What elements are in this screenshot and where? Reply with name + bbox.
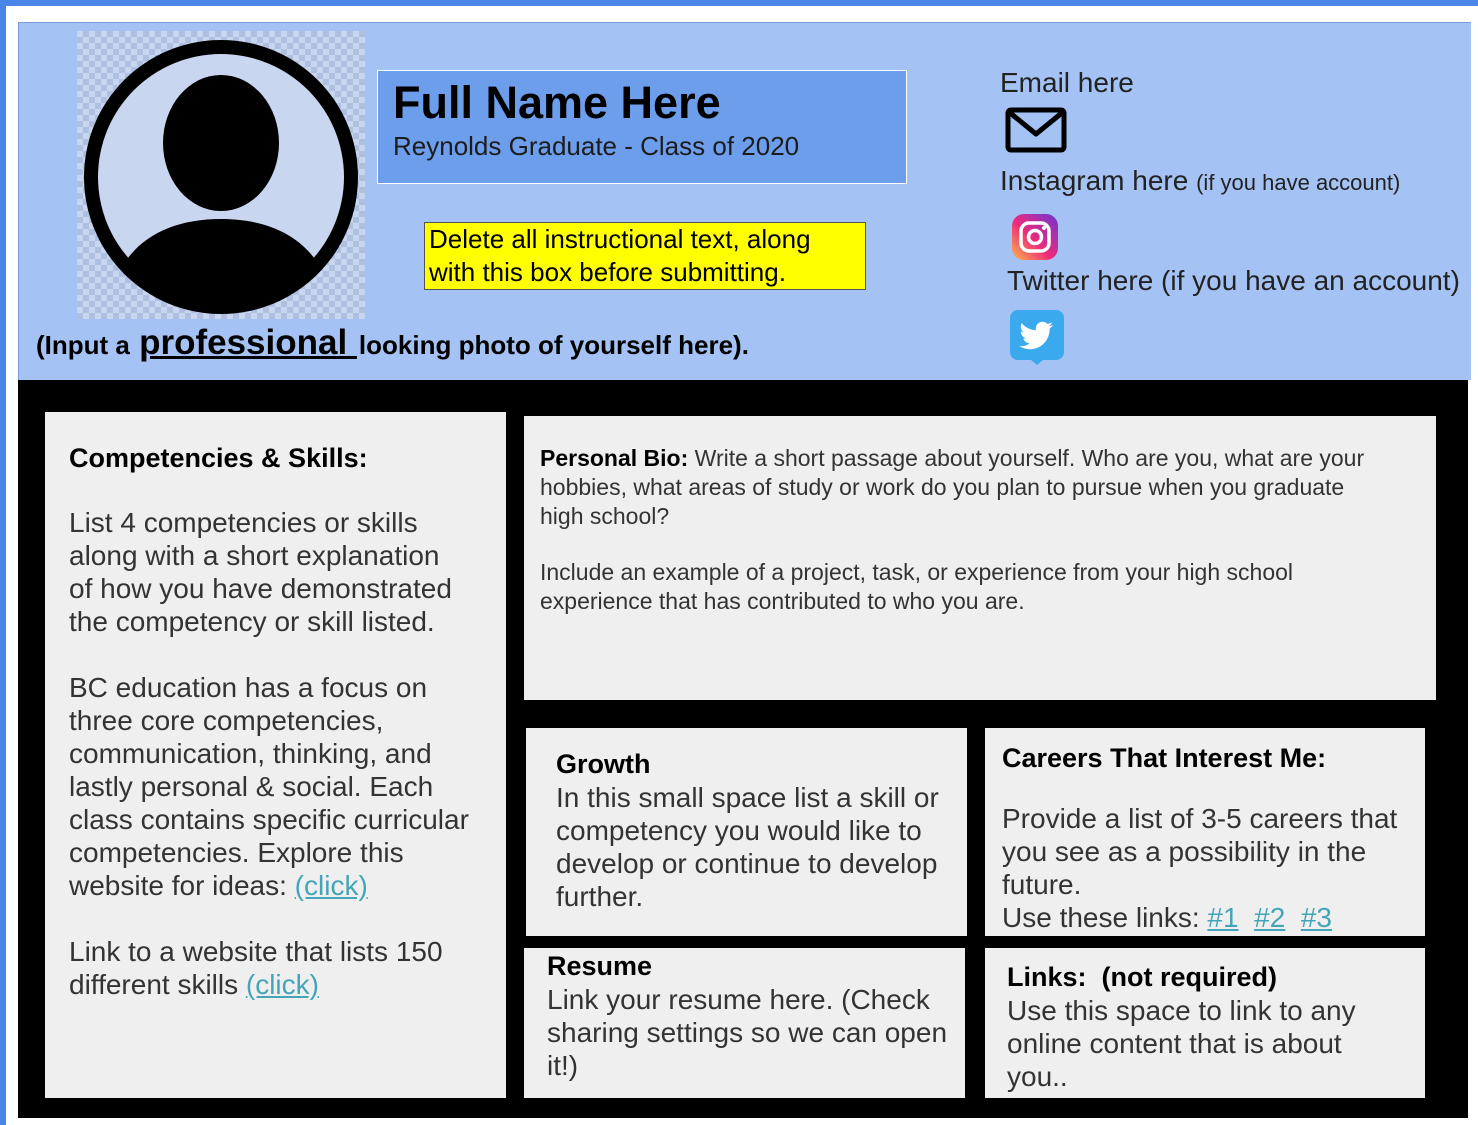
photo-caption-emphasis: professional — [139, 323, 357, 362]
personal-bio-panel: Personal Bio: Write a short passage abou… — [524, 416, 1436, 700]
instagram-label[interactable]: Instagram here (if you have account) — [1000, 165, 1400, 197]
person-silhouette-icon — [84, 40, 358, 314]
email-label[interactable]: Email here — [1000, 67, 1134, 99]
envelope-icon[interactable] — [1005, 107, 1067, 153]
competencies-heading: Competencies & Skills: — [69, 443, 368, 473]
competencies-core-text: BC education has a focus on three core c… — [69, 672, 469, 901]
links-text[interactable]: Use this space to link to any online con… — [1007, 994, 1397, 1093]
skills-list-text: Link to a website that lists 150 differe… — [69, 936, 443, 1000]
profile-photo-placeholder[interactable] — [77, 31, 365, 319]
competencies-panel: Competencies & Skills: List 4 competenci… — [45, 412, 506, 1098]
skills-list-link[interactable]: (click) — [246, 969, 319, 1000]
growth-panel: Growth In this small space list a skill … — [526, 728, 967, 936]
bio-heading: Personal Bio: — [540, 445, 689, 471]
core-competencies-link[interactable]: (click) — [295, 870, 368, 901]
links-panel: Links: (not required) Use this space to … — [985, 948, 1425, 1098]
resume-text[interactable]: Link your resume here. (Check sharing se… — [547, 983, 957, 1082]
career-link-3[interactable]: #3 — [1301, 902, 1332, 933]
graduate-subtitle[interactable]: Reynolds Graduate - Class of 2020 — [393, 131, 799, 162]
careers-links-line: Use these links: #1 #2 #3 — [1002, 902, 1333, 933]
instagram-icon[interactable] — [1011, 213, 1059, 261]
competencies-instructions: List 4 competencies or skills along with… — [69, 507, 452, 637]
header-banner: Full Name Here Reynolds Graduate - Class… — [18, 22, 1471, 380]
career-link-2[interactable]: #2 — [1254, 902, 1285, 933]
resume-heading: Resume — [547, 951, 653, 981]
bio-example-text: Include an example of a project, task, o… — [540, 559, 1294, 614]
name-box: Full Name Here Reynolds Graduate - Class… — [377, 70, 907, 184]
growth-heading: Growth — [556, 749, 651, 779]
growth-text: In this small space list a skill or comp… — [556, 782, 939, 912]
careers-heading: Careers That Interest Me: — [1002, 743, 1327, 773]
full-name[interactable]: Full Name Here — [393, 77, 721, 129]
bio-text: Personal Bio: Write a short passage abou… — [540, 445, 1365, 529]
resume-panel: Resume Link your resume here. (Check sha… — [524, 948, 965, 1098]
career-link-1[interactable]: #1 — [1207, 902, 1238, 933]
twitter-label[interactable]: Twitter here (if you have an account) — [1007, 265, 1460, 297]
careers-text: Provide a list of 3-5 careers that you s… — [1002, 803, 1398, 900]
careers-panel: Careers That Interest Me: Provide a list… — [985, 728, 1425, 936]
twitter-bird-icon[interactable] — [1009, 309, 1065, 365]
links-heading: Links: (not required) — [1007, 962, 1277, 992]
photo-caption: (Input a professional looking photo of y… — [36, 323, 749, 362]
instruction-note: Delete all instructional text, along wit… — [424, 222, 866, 290]
